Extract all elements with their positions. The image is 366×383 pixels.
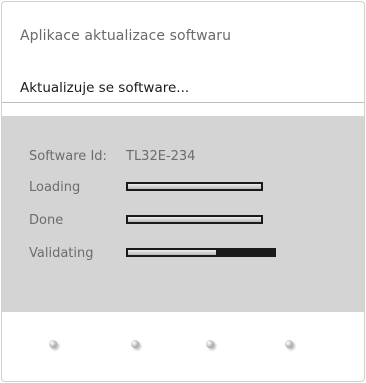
- color-key-bar: [2, 340, 364, 354]
- red-key-icon[interactable]: [49, 340, 57, 348]
- validating-progress-bar: [126, 248, 276, 257]
- done-progress-bar: [126, 215, 263, 224]
- yellow-key-icon[interactable]: [206, 340, 214, 348]
- software-id-label: Software Id:: [29, 149, 107, 164]
- step-label-validating: Validating: [29, 246, 94, 261]
- dialog-title: Aplikace aktualizace softwaru: [20, 28, 232, 44]
- done-progress-fill: [128, 217, 261, 222]
- loading-progress-bar: [126, 182, 263, 191]
- step-label-done: Done: [29, 213, 64, 228]
- software-id-value: TL32E-234: [126, 149, 196, 164]
- progress-panel: Software Id: TL32E-234 Loading Done Vali…: [2, 116, 364, 312]
- update-status: Aktualizuje se software...: [20, 80, 190, 96]
- step-label-loading: Loading: [29, 180, 81, 195]
- validating-progress-fill: [128, 250, 216, 255]
- loading-progress-fill: [128, 184, 261, 189]
- update-dialog: Aplikace aktualizace softwaru Aktualizuj…: [1, 1, 365, 382]
- divider: [2, 102, 364, 103]
- green-key-icon[interactable]: [131, 340, 139, 348]
- blue-key-icon[interactable]: [285, 340, 293, 348]
